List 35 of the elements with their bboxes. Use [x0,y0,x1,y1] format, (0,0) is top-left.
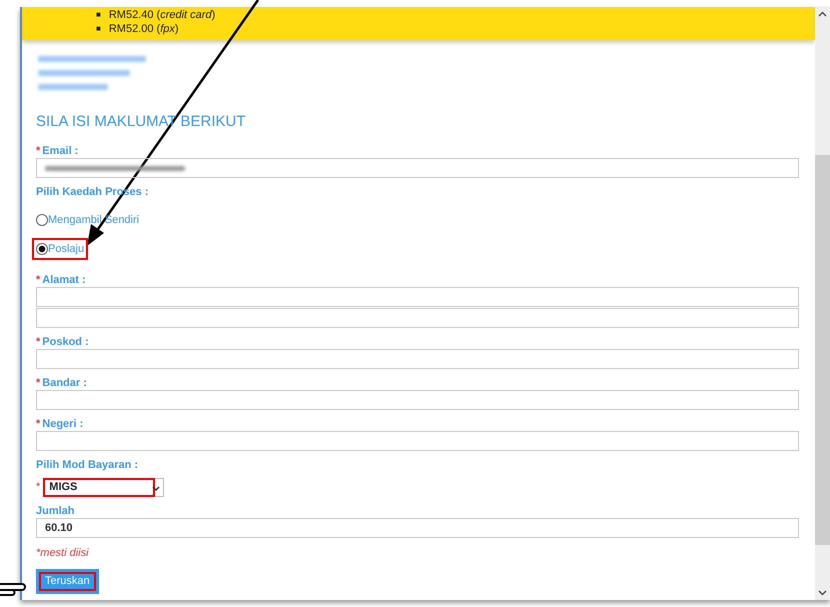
required-asterisk: * [36,418,40,431]
input-value: 60.10 [45,520,73,536]
bullet-icon: ■ [96,8,101,22]
field-label: Pilih Mod Bayaran : [36,459,138,472]
scrollbar[interactable] [815,7,830,600]
submit-button[interactable]: Teruskan [36,569,99,594]
text-input[interactable] [36,158,799,178]
field-label: Email : [42,145,78,158]
text-input[interactable] [36,349,799,369]
field-label: Alamat : [42,274,86,287]
required-asterisk: * [36,145,40,158]
field-label: Jumlah [36,505,75,518]
caret-icon [152,486,160,492]
blurred-text [38,84,108,90]
radio-label[interactable]: Mengambil Sendiri [48,212,140,228]
bullet-icon: ■ [96,22,101,36]
text-input[interactable] [36,308,799,328]
field-label: Bandar : [42,377,87,390]
price-item: RM52.40 (credit card) [108,8,216,22]
text-input[interactable] [36,431,799,451]
text-input[interactable] [36,287,799,307]
field-label: Negeri : [42,418,84,431]
radio-button[interactable] [36,214,48,226]
required-note: *mesti diisi [36,546,90,560]
scroll-thumb[interactable] [815,155,830,545]
text-input[interactable]: 60.10 [36,518,799,538]
required-asterisk: * [36,336,40,349]
radio-label[interactable]: Poslaju [48,240,84,257]
radio-button[interactable] [36,242,48,255]
text-input[interactable] [36,390,799,410]
required-asterisk: * [36,480,40,496]
required-asterisk: * [36,377,40,390]
field-label: Poskod : [42,336,89,349]
required-asterisk: * [36,274,40,287]
price-item: RM52.00 (fpx) [108,22,179,36]
